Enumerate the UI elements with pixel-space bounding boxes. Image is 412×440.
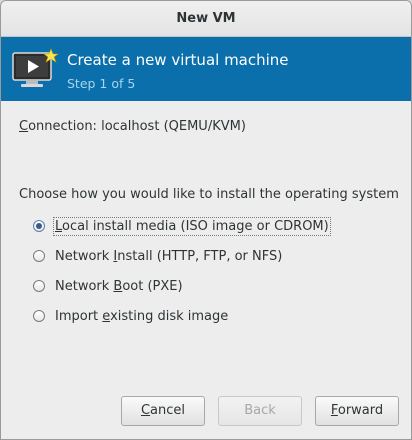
radio-import-disk-image[interactable]: Import existing disk image	[33, 306, 228, 326]
radio-button[interactable]	[33, 280, 45, 292]
radio-local-install-media[interactable]: Local install media (ISO image or CDROM)	[33, 216, 331, 236]
monitor-play-icon	[12, 48, 59, 87]
connection-row: Connection: localhost (QEMU/KVM)	[19, 119, 246, 134]
cancel-button[interactable]: Cancel	[121, 396, 205, 426]
radio-network-boot[interactable]: Network Boot (PXE)	[33, 276, 183, 296]
back-button[interactable]: Back	[218, 396, 302, 426]
radio-button[interactable]	[33, 220, 45, 232]
connection-label: Connection:	[19, 119, 97, 134]
banner-title: Create a new virtual machine	[67, 51, 289, 69]
window-title: New VM	[1, 1, 411, 37]
radio-label[interactable]: Network Install (HTTP, FTP, or NFS)	[55, 249, 282, 264]
install-method-prompt: Choose how you would like to install the…	[19, 187, 399, 202]
wizard-banner: Create a new virtual machine Step 1 of 5	[1, 37, 411, 101]
radio-button[interactable]	[33, 310, 45, 322]
connection-value: localhost (QEMU/KVM)	[101, 119, 246, 134]
radio-button[interactable]	[33, 250, 45, 262]
forward-button[interactable]: Forward	[315, 396, 399, 426]
radio-label[interactable]: Local install media (ISO image or CDROM)	[53, 216, 331, 236]
radio-label[interactable]: Import existing disk image	[55, 309, 228, 324]
step-indicator: Step 1 of 5	[67, 76, 136, 91]
radio-label[interactable]: Network Boot (PXE)	[55, 279, 183, 294]
new-vm-window: New VM Create a new virtual machine Step…	[0, 0, 412, 440]
radio-network-install[interactable]: Network Install (HTTP, FTP, or NFS)	[33, 246, 282, 266]
